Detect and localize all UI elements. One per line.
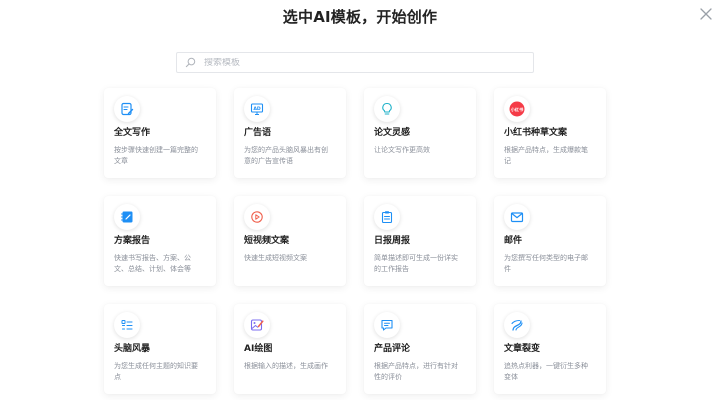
template-card-plan-report[interactable]: 方案报告 快速书写报告、方案、公文、总结、计划、体会等 xyxy=(104,196,216,286)
search-box[interactable] xyxy=(176,52,534,73)
template-description: 快速书写报告、方案、公文、总结、计划、体会等 xyxy=(114,254,191,273)
template-card-full-text[interactable]: 全文写作 按步骤快速创建一篇完整的文章 xyxy=(104,88,216,178)
close-button[interactable] xyxy=(698,6,714,22)
split-icon xyxy=(504,312,530,338)
ad-icon: AD xyxy=(244,96,270,122)
template-title: 方案报告 xyxy=(114,236,151,246)
close-icon xyxy=(700,8,712,20)
comment-icon xyxy=(374,312,400,338)
template-title: 广告语 xyxy=(244,128,272,138)
template-card-brainstorm[interactable]: 头脑风暴 为您生成任何主题的知识要点 xyxy=(104,304,216,394)
template-description: 简单描述即可生成一份详实的工作报告 xyxy=(374,254,458,273)
page-title: 选中AI模板，开始创作 xyxy=(282,8,438,26)
template-description: 为您撰写任何类型的电子邮件 xyxy=(504,254,588,273)
template-description: 为您生成任何主题的知识要点 xyxy=(114,362,198,381)
template-title: 小红书种草文案 xyxy=(504,128,568,138)
document-edit-icon xyxy=(114,96,140,122)
image-brush-icon xyxy=(244,312,270,338)
template-title: 邮件 xyxy=(504,236,523,246)
template-title: 产品评论 xyxy=(374,344,411,354)
template-description: 根据输入的描述，生成画作 xyxy=(244,362,328,370)
template-title: 日报周报 xyxy=(374,236,411,246)
template-description: 快速生成短视频文案 xyxy=(244,254,307,262)
template-card-ai-drawing[interactable]: AI绘图 根据输入的描述，生成画作 xyxy=(234,304,346,394)
template-card-ad-slogan[interactable]: AD 广告语 为您的产品头脑风暴出有创意的广告宣传语 xyxy=(234,88,346,178)
clipboard-icon xyxy=(374,204,400,230)
list-icon xyxy=(114,312,140,338)
template-grid: 全文写作 按步骤快速创建一篇完整的文章 AD 广告语 为您的产品头脑风暴出有创意… xyxy=(104,88,606,394)
play-icon xyxy=(244,204,270,230)
template-card-short-video[interactable]: 短视频文案 快速生成短视频文案 xyxy=(234,196,346,286)
template-card-daily-weekly-report[interactable]: 日报周报 简单描述即可生成一份详实的工作报告 xyxy=(364,196,476,286)
svg-text:小红书: 小红书 xyxy=(511,106,524,113)
lightbulb-icon xyxy=(374,96,400,122)
template-card-article-fission[interactable]: 文章裂变 追热点利器，一键衍生多种变体 xyxy=(494,304,606,394)
search-input[interactable] xyxy=(204,57,504,68)
template-title: 头脑风暴 xyxy=(114,344,151,354)
template-description: 为您的产品头脑风暴出有创意的广告宣传语 xyxy=(244,146,328,165)
template-description: 追热点利器，一键衍生多种变体 xyxy=(504,362,588,381)
svg-text:AD: AD xyxy=(253,106,261,112)
template-title: 文章裂变 xyxy=(504,344,541,354)
template-card-xiaohongshu[interactable]: 小红书 小红书种草文案 根据产品特点，生成爆款笔记 xyxy=(494,88,606,178)
template-description: 根据产品特点，进行有针对性的评价 xyxy=(374,362,458,381)
template-description: 根据产品特点，生成爆款笔记 xyxy=(504,146,588,165)
template-title: 论文灵感 xyxy=(374,128,411,138)
template-card-thesis-inspiration[interactable]: 论文灵感 让论文写作更高效 xyxy=(364,88,476,178)
template-title: AI绘图 xyxy=(244,344,273,354)
xiaohongshu-icon: 小红书 xyxy=(504,96,530,122)
template-title: 短视频文案 xyxy=(244,236,290,246)
template-card-product-review[interactable]: 产品评论 根据产品特点，进行有针对性的评价 xyxy=(364,304,476,394)
mail-icon xyxy=(504,204,530,230)
template-title: 全文写作 xyxy=(114,128,151,138)
template-card-email[interactable]: 邮件 为您撰写任何类型的电子邮件 xyxy=(494,196,606,286)
template-description: 让论文写作更高效 xyxy=(374,146,430,154)
notebook-icon xyxy=(114,204,140,230)
template-description: 按步骤快速创建一篇完整的文章 xyxy=(114,146,198,165)
search-icon xyxy=(185,57,196,68)
